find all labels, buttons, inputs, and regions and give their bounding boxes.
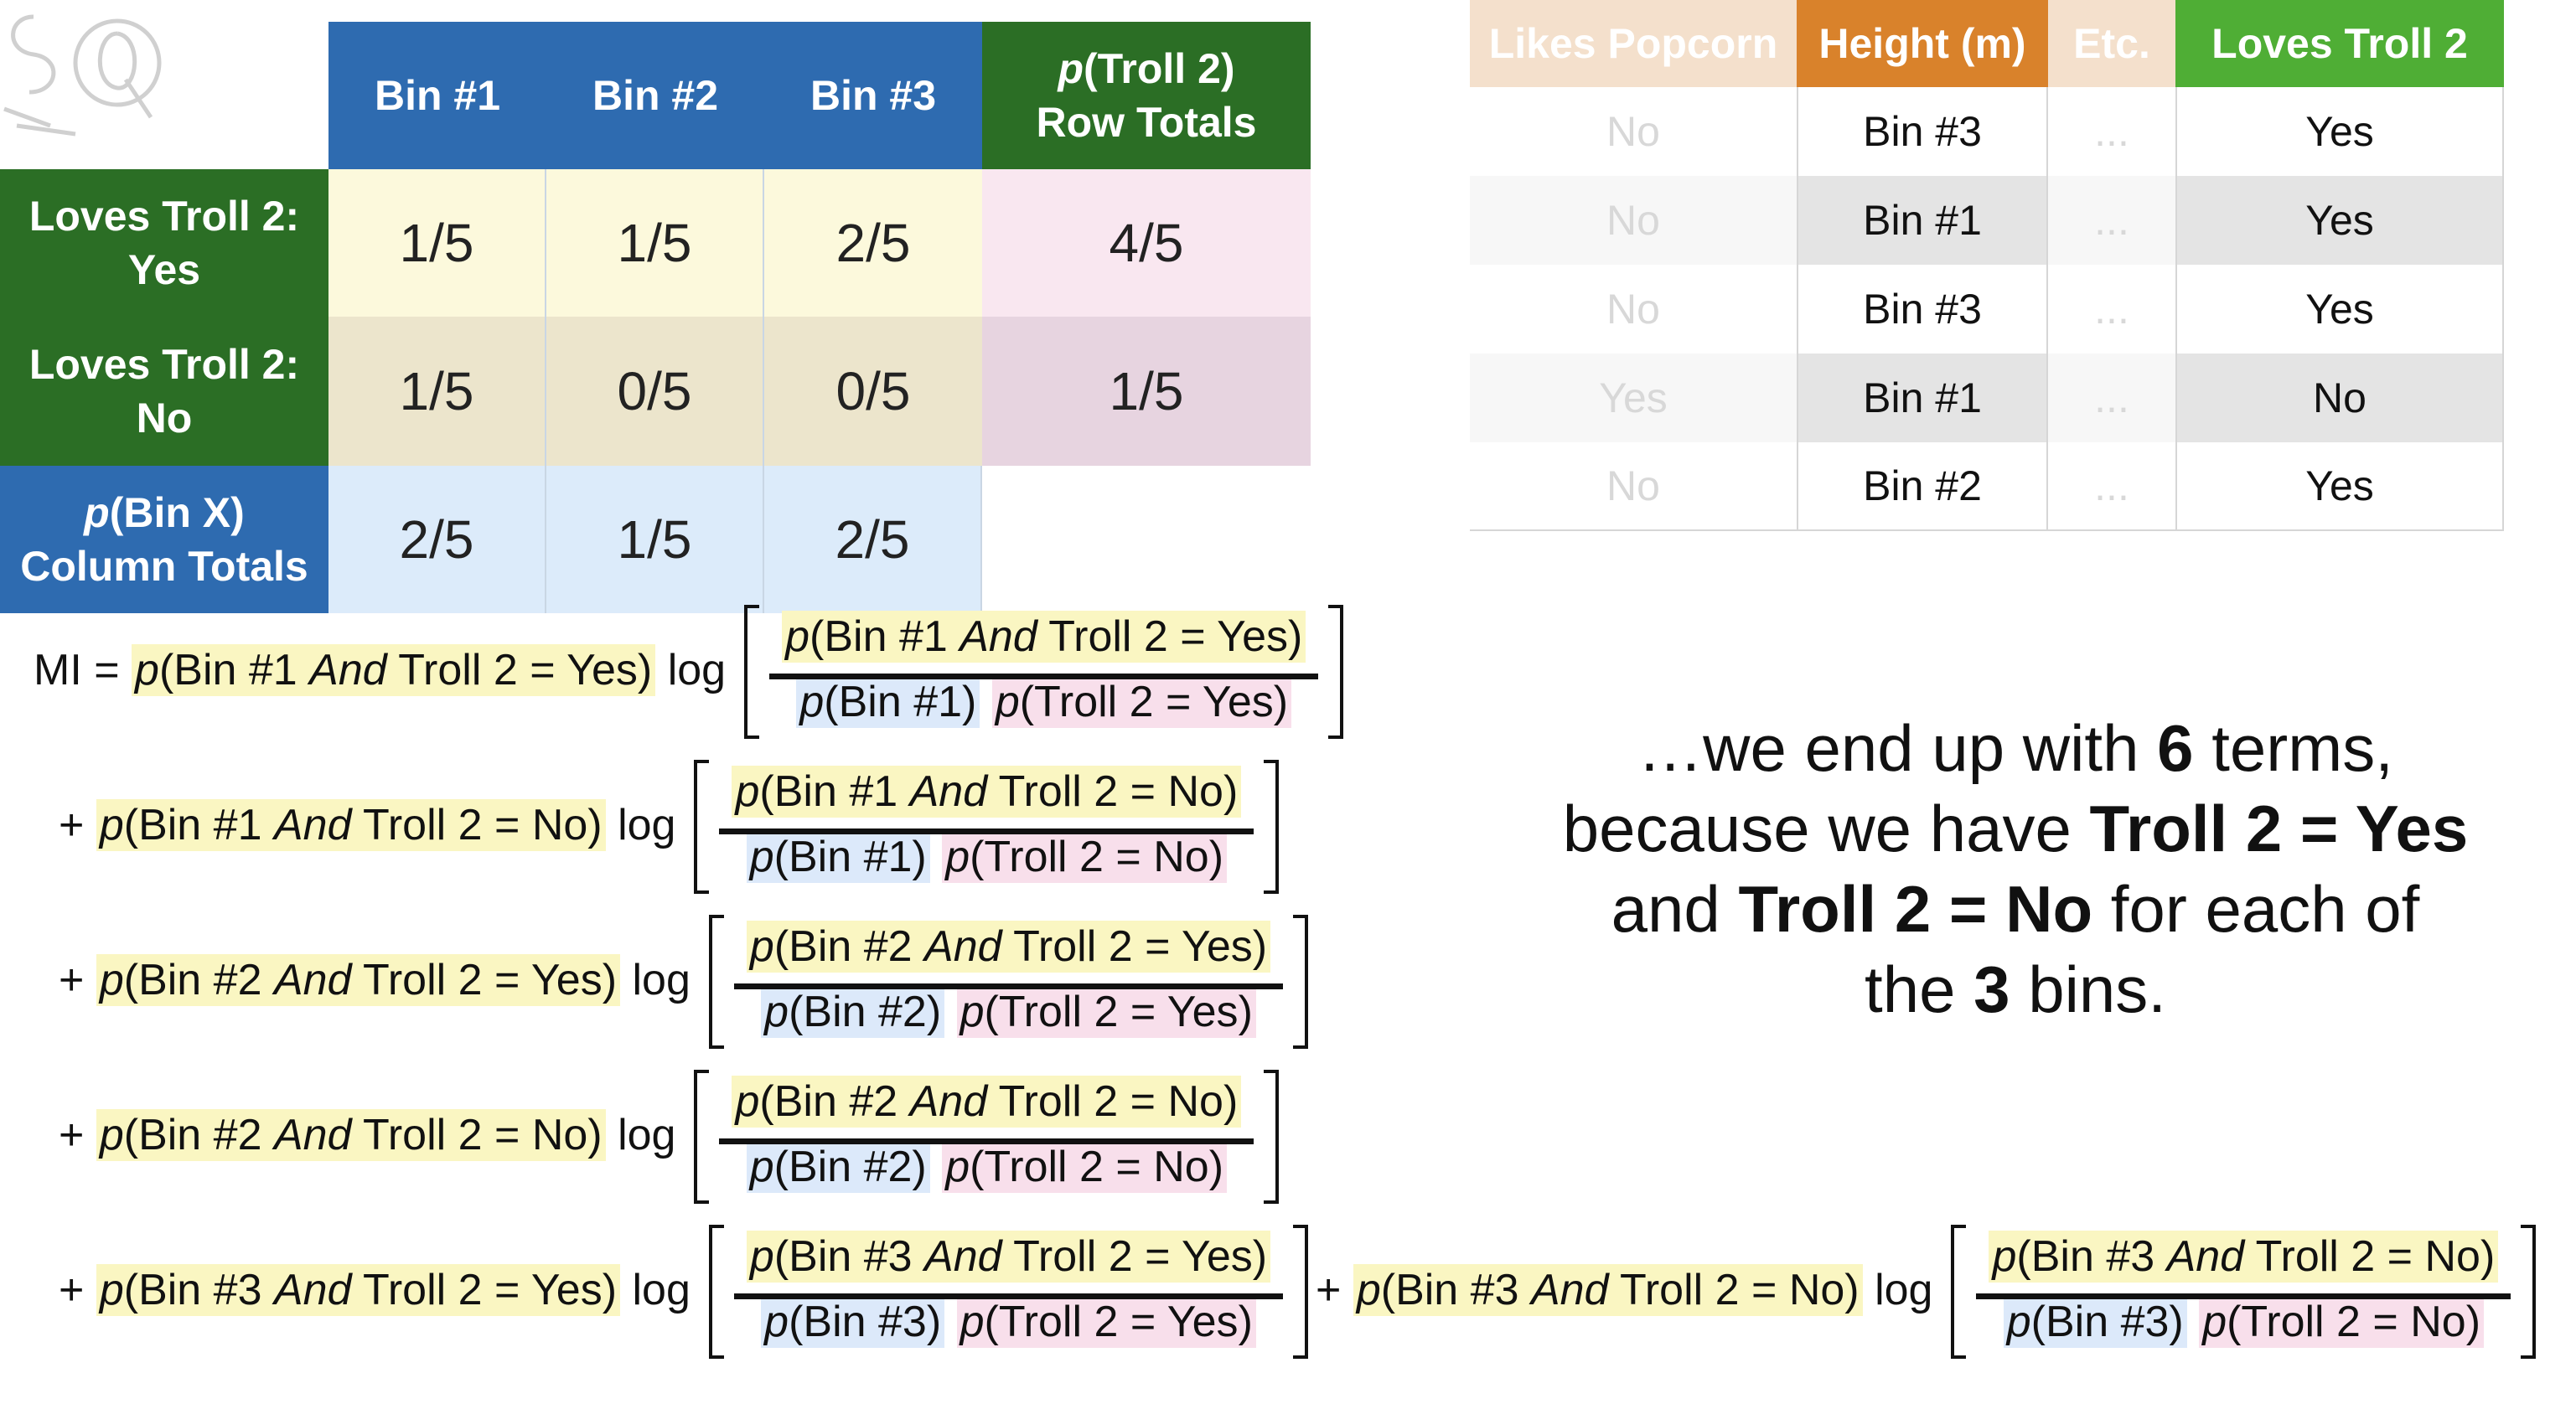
fraction-bar [719,1138,1254,1144]
formula-term-2: + p(Bin #1 And Troll 2 = No) log [59,799,676,851]
left-bracket [694,760,710,894]
left-bracket [1951,1225,1967,1359]
formula-operator: + [59,1111,85,1159]
data-table-cell: Bin #2 [1797,442,2048,531]
data-table-cell: Yes [1470,354,1797,442]
formula-term-4: + p(Bin #2 And Troll 2 = No) log [59,1109,676,1161]
header-bin-2: Bin #2 [546,22,764,169]
data-table-cell: No [1470,176,1797,265]
header-loves-troll-2: Loves Troll 2 [2175,0,2504,87]
log-operator: log [632,1266,691,1314]
fraction-denominator: p(Bin #1) p(Troll 2 = Yes) [796,676,1292,728]
data-table-cell: Yes [2175,87,2504,176]
left-bracket [708,1225,724,1359]
left-bracket [744,605,760,739]
fraction-bar [719,828,1254,834]
data-table-cell: No [1470,87,1797,176]
row-label-no: Loves Troll 2: No [0,317,328,466]
fraction-numerator: p(Bin #1 And Troll 2 = Yes) [782,611,1306,663]
fraction-denominator: p(Bin #2) p(Troll 2 = Yes) [761,986,1256,1038]
joint-probability: p(Bin #2 And Troll 2 = Yes) [96,954,621,1006]
data-table-cell: ... [2048,176,2175,265]
data-table-cell: ... [2048,265,2175,354]
fraction-numerator: p(Bin #3 And Troll 2 = No) [1989,1231,2499,1283]
header-height: Height (m) [1797,0,2048,87]
left-bracket [694,1070,710,1204]
column-total-bin1: 2/5 [328,466,546,613]
data-table-cell: Bin #1 [1797,354,2048,442]
fraction-denominator: p(Bin #3) p(Troll 2 = No) [2003,1296,2485,1348]
fraction-denominator: p(Bin #1) p(Troll 2 = No) [746,831,1228,883]
formula-term-3: + p(Bin #2 And Troll 2 = Yes) log [59,954,691,1006]
statquest-logo-icon [3,14,162,137]
fraction-numerator: p(Bin #1 And Troll 2 = No) [732,766,1242,818]
left-bracket [708,915,724,1049]
formula-term-1: MI = p(Bin #1 And Troll 2 = Yes) log [34,644,727,696]
header-bin-3: Bin #3 [764,22,982,169]
data-table-cell: No [2175,354,2504,442]
fraction-bar [769,674,1319,679]
data-table-cell: Yes [2175,176,2504,265]
right-bracket [1264,760,1280,894]
data-table-cell: Yes [2175,442,2504,531]
fraction-bar [733,983,1284,989]
log-operator: log [667,646,727,694]
data-table-cell: ... [2048,442,2175,531]
explanation-caption: …we end up with 6 terms, because we have… [1562,711,2469,1026]
cell-bin1-no: 1/5 [328,317,546,466]
log-operator: log [1875,1266,1933,1314]
data-table-cell: Bin #1 [1797,176,2048,265]
header-etc: Etc. [2048,0,2175,87]
right-bracket [1264,1070,1280,1204]
header-row-totals: p(Troll 2) Row Totals [982,22,1311,169]
row-label-yes: Loves Troll 2: Yes [0,169,328,317]
joint-probability: p(Bin #3 And Troll 2 = No) [1353,1264,1863,1316]
joint-probability: p(Bin #1 And Troll 2 = No) [96,799,606,851]
data-table-cell: No [1470,265,1797,354]
right-bracket [1328,605,1344,739]
cell-bin1-yes: 1/5 [328,169,546,317]
column-total-bin2: 1/5 [546,466,764,613]
log-operator: log [632,956,691,1004]
data-table-cell: No [1470,442,1797,531]
fraction-denominator: p(Bin #3) p(Troll 2 = Yes) [761,1296,1256,1348]
formula-operator: + [1316,1266,1342,1314]
joint-probability: p(Bin #1 And Troll 2 = Yes) [132,644,656,696]
joint-probability: p(Bin #2 And Troll 2 = No) [96,1109,606,1161]
right-bracket [2521,1225,2537,1359]
cell-bin3-no: 0/5 [764,317,982,466]
cell-bin3-yes: 2/5 [764,169,982,317]
data-table-cell: ... [2048,354,2175,442]
row-total-no: 1/5 [982,317,1311,466]
formula-operator: + [59,801,85,849]
header-likes-popcorn: Likes Popcorn [1470,0,1797,87]
fraction-bar [733,1293,1284,1299]
log-operator: log [618,801,676,849]
cell-bin2-no: 0/5 [546,317,764,466]
cell-bin2-yes: 1/5 [546,169,764,317]
data-table-cell: ... [2048,87,2175,176]
log-operator: log [618,1111,676,1159]
data-table-cell: Bin #3 [1797,265,2048,354]
joint-probability: p(Bin #3 And Troll 2 = Yes) [96,1264,621,1316]
data-table-cell: Bin #3 [1797,87,2048,176]
formula-operator: + [59,956,85,1004]
formula-term-6: + p(Bin #3 And Troll 2 = No) log [1316,1264,1933,1316]
header-bin-1: Bin #1 [328,22,546,169]
right-bracket [1293,1225,1309,1359]
fraction-numerator: p(Bin #2 And Troll 2 = Yes) [746,921,1271,973]
formula-term-5: + p(Bin #3 And Troll 2 = Yes) log [59,1264,691,1316]
data-table-cell: Yes [2175,265,2504,354]
fraction-bar [1976,1293,2511,1299]
formula-operator: + [59,1266,85,1314]
right-bracket [1293,915,1309,1049]
fraction-numerator: p(Bin #3 And Troll 2 = Yes) [746,1231,1271,1283]
formula-operator: MI = [34,646,120,694]
fraction-numerator: p(Bin #2 And Troll 2 = No) [732,1076,1242,1128]
column-total-bin3: 2/5 [764,466,982,613]
row-total-yes: 4/5 [982,169,1311,317]
fraction-denominator: p(Bin #2) p(Troll 2 = No) [746,1141,1228,1193]
column-totals-label: p(Bin X) Column Totals [0,466,328,613]
